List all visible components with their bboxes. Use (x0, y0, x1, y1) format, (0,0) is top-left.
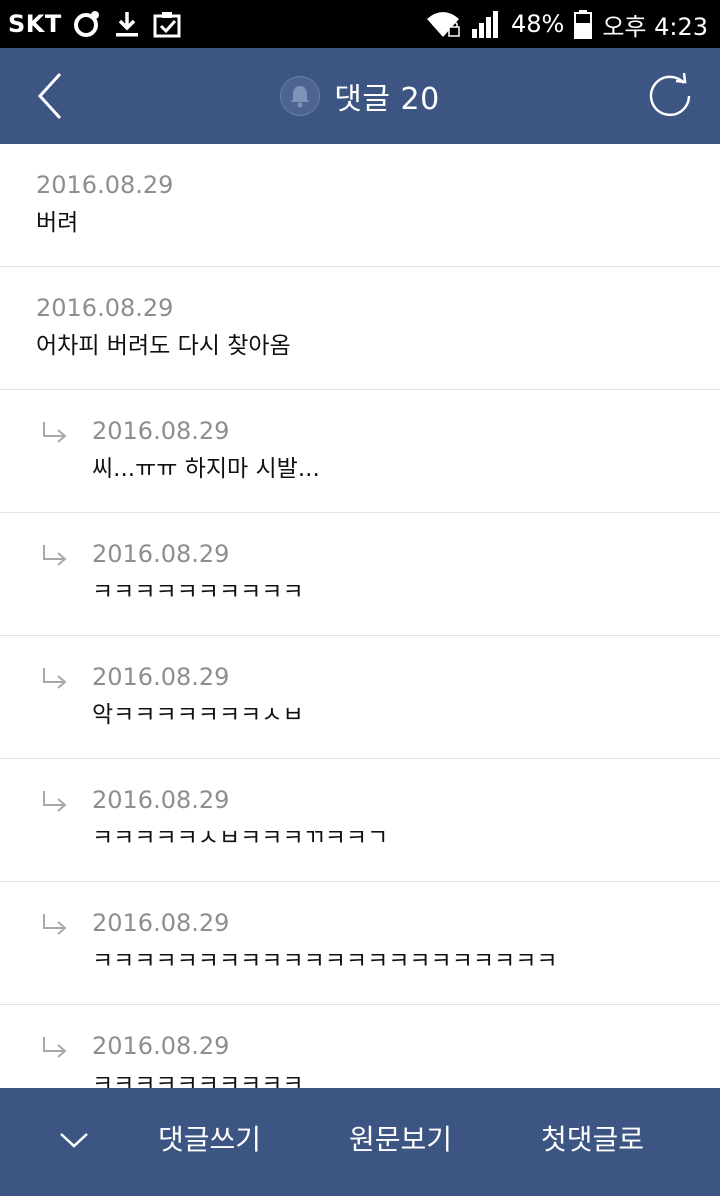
clock: 오후 4:23 (602, 12, 708, 41)
comment-date: 2016.08.29 (92, 417, 230, 445)
bell-icon (291, 86, 310, 108)
chevron-left-icon (37, 72, 62, 120)
download-icon (112, 9, 142, 39)
comment-item[interactable]: 2016.08.29 씨...ㅠㅠ 하지마 시발... (0, 390, 720, 513)
comment-item[interactable]: 2016.08.29 ㅋㅋㅋㅋㅋㅋㅋㅋㅋㅋㅋㅋㅋㅋㅋㅋㅋㅋㅋㅋㅋㅋ (0, 882, 720, 1005)
comment-text: ㅋㅋㅋㅋㅋㅋㅋㅋㅋㅋ (92, 579, 304, 605)
refresh-icon (649, 72, 691, 117)
comment-text: ㅋㅋㅋㅋㅋㅋㅋㅋㅋㅋㅋㅋㅋㅋㅋㅋㅋㅋㅋㅋㅋㅋ (92, 948, 558, 974)
comment-item[interactable]: 2016.08.29 ㅋㅋㅋㅋㅋㅋㅋㅋㅋㅋ (0, 513, 720, 636)
comment-item[interactable]: 2016.08.29 ㅋㅋㅋㅋㅋㅋㅋㅋㅋㅋ (0, 1005, 720, 1088)
app-header: 댓글 20 (0, 48, 720, 144)
comment-date: 2016.08.29 (92, 1032, 230, 1060)
comment-date: 2016.08.29 (92, 663, 230, 691)
comment-text: 어차피 버려도 다시 찾아옴 (36, 333, 291, 359)
collapse-button[interactable] (52, 1118, 96, 1162)
status-right: 48% 오후 4:23 (425, 7, 708, 42)
refresh-button[interactable] (640, 66, 700, 126)
carrier-name: SKT (8, 10, 62, 38)
comment-date: 2016.08.29 (36, 171, 174, 199)
comment-date: 2016.08.29 (36, 294, 174, 322)
header-center: 댓글 20 (280, 74, 439, 118)
bottom-bar: 댓글쓰기 원문보기 첫댓글로 (0, 1088, 720, 1196)
comment-text: 악ㅋㅋㅋㅋㅋㅋㅋㅅㅂ (92, 702, 304, 728)
comment-date: 2016.08.29 (92, 909, 230, 937)
status-left: SKT (8, 9, 184, 39)
wifi-lock-icon (425, 9, 461, 39)
battery-percent: 48% (510, 10, 565, 38)
comment-date: 2016.08.29 (92, 540, 230, 568)
signal-icon (471, 9, 501, 39)
reply-arrow-icon (40, 666, 70, 696)
reply-arrow-icon (40, 789, 70, 819)
view-original-button[interactable]: 원문보기 (349, 1118, 452, 1162)
write-comment-button[interactable]: 댓글쓰기 (158, 1118, 261, 1162)
reply-arrow-icon (40, 543, 70, 573)
comment-text: 씨...ㅠㅠ 하지마 시발... (92, 456, 320, 482)
comment-text: ㅋㅋㅋㅋㅋㅅㅂㅋㅋㅋㄲㅋㅋㄱ (92, 825, 389, 851)
reply-arrow-icon (40, 912, 70, 942)
comment-text: 버려 (36, 210, 79, 236)
comment-list[interactable]: 2016.08.29 버려 2016.08.29 어차피 버려도 다시 찾아옴 … (0, 144, 720, 1088)
comment-item[interactable]: 2016.08.29 악ㅋㅋㅋㅋㅋㅋㅋㅅㅂ (0, 636, 720, 759)
first-comment-button[interactable]: 첫댓글로 (541, 1118, 644, 1162)
comment-item[interactable]: 2016.08.29 어차피 버려도 다시 찾아옴 (0, 267, 720, 390)
comment-text: ㅋㅋㅋㅋㅋㅋㅋㅋㅋㅋ (92, 1071, 304, 1088)
status-bar: SKT 48% 오후 4:23 (0, 0, 720, 48)
notification-bell-button[interactable] (280, 76, 321, 116)
reply-arrow-icon (40, 1035, 70, 1065)
comment-item[interactable]: 2016.08.29 버려 (0, 144, 720, 267)
reply-arrow-icon (40, 420, 70, 450)
back-button[interactable] (22, 68, 78, 124)
comment-item[interactable]: 2016.08.29 ㅋㅋㅋㅋㅋㅅㅂㅋㅋㅋㄲㅋㅋㄱ (0, 759, 720, 882)
clipboard-check-icon (152, 9, 184, 39)
battery-icon (574, 9, 593, 39)
chevron-down-icon (60, 1133, 88, 1148)
comment-date: 2016.08.29 (92, 786, 230, 814)
page-title: 댓글 20 (334, 82, 440, 117)
circle-dot-icon (72, 9, 102, 39)
